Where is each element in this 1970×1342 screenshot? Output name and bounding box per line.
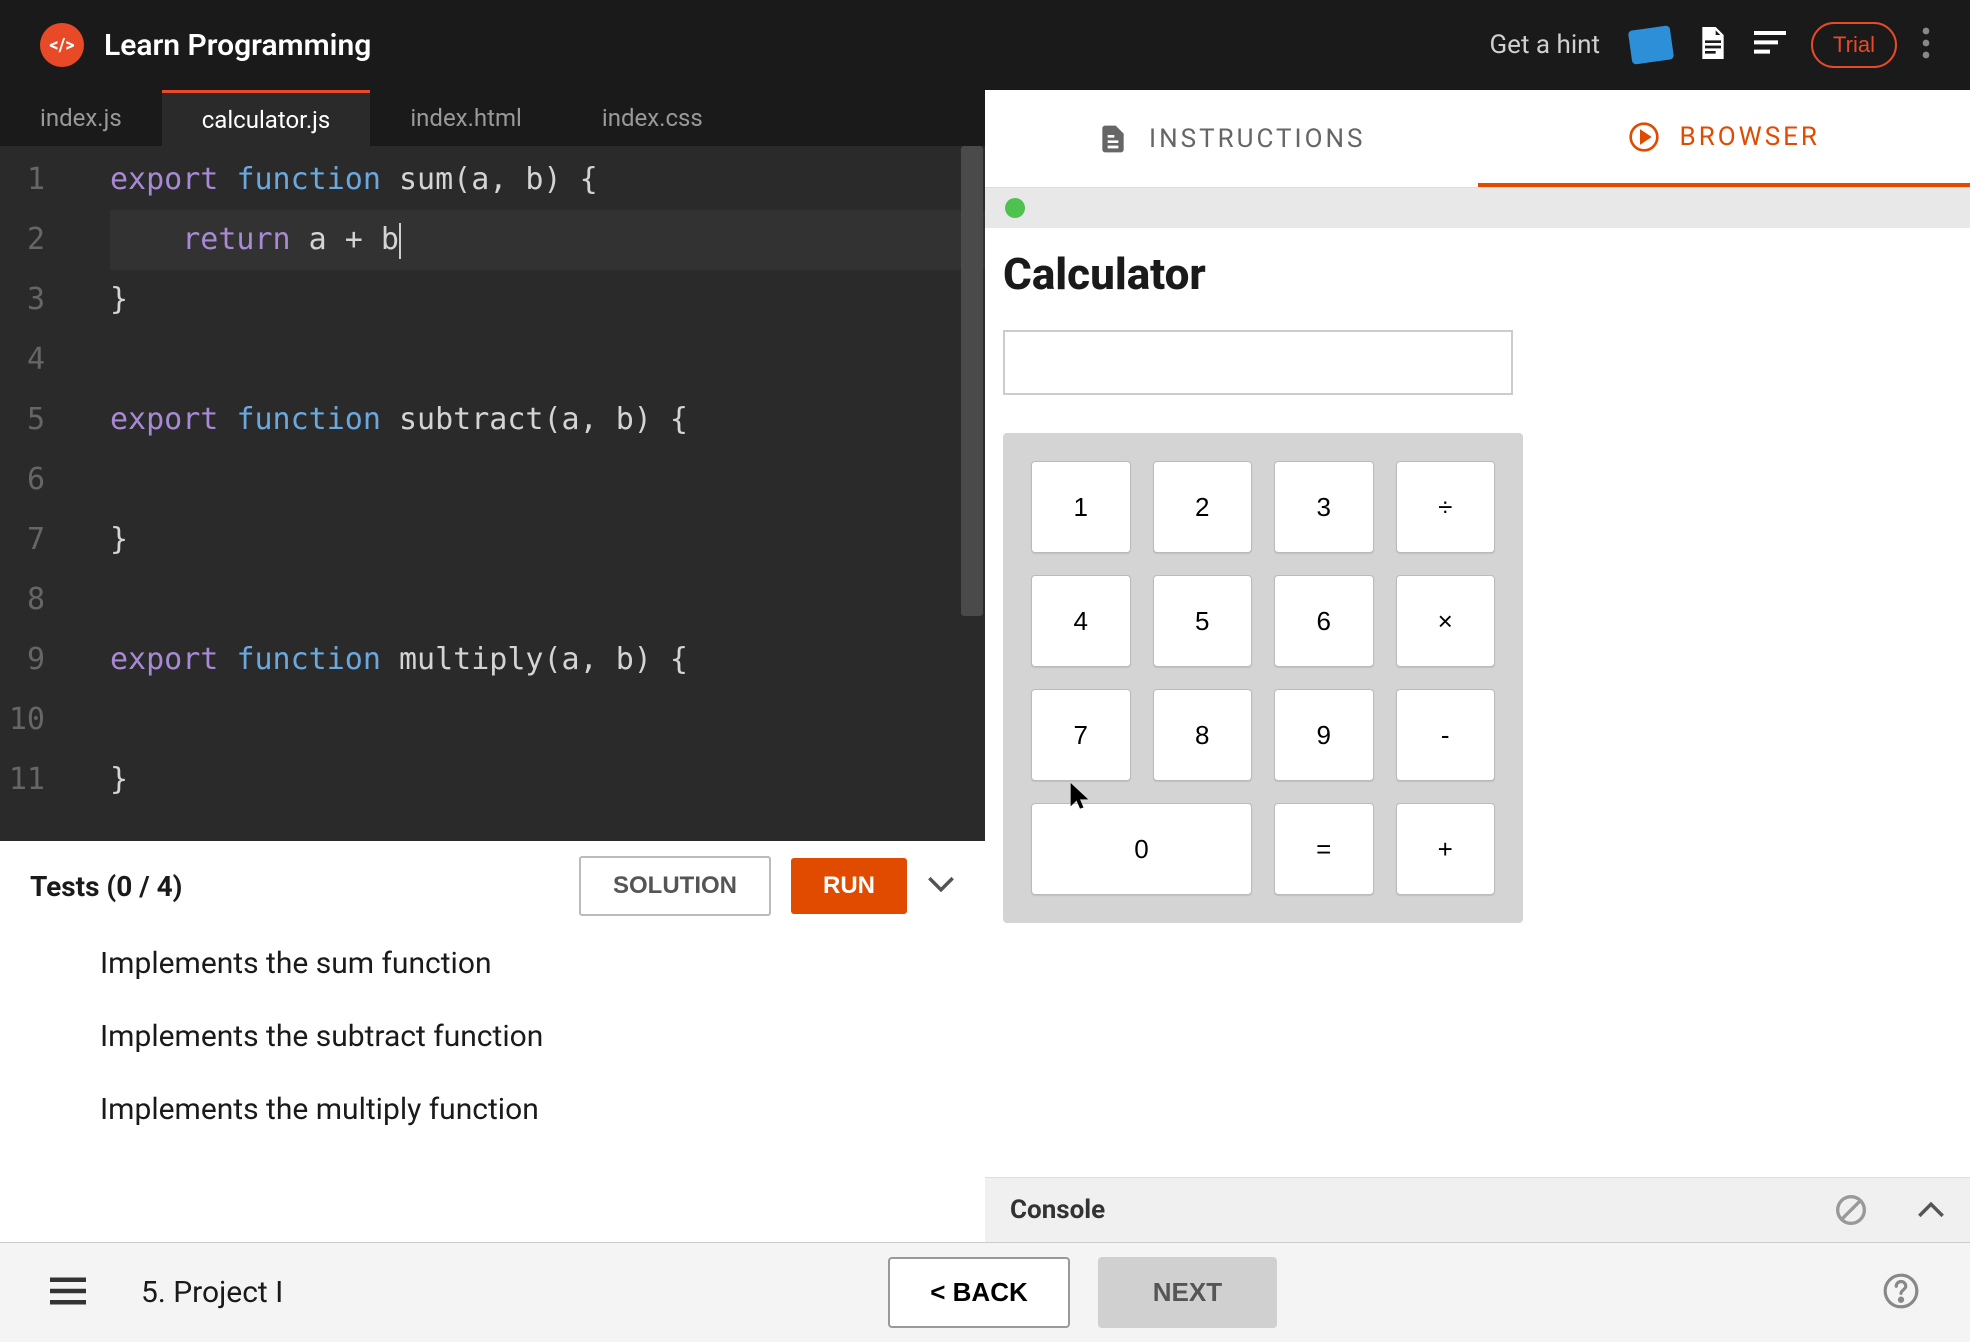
calc-btn-minus[interactable]: -: [1396, 689, 1496, 781]
calc-btn-plus[interactable]: +: [1396, 803, 1496, 895]
calculator-display[interactable]: [1003, 330, 1513, 395]
calc-btn-0[interactable]: 0: [1031, 803, 1252, 895]
console-bar: Console: [985, 1177, 1970, 1242]
browser-preview: Calculator 1 2 3 ÷ 4 5 6 × 7 8 9 - 0 = +: [985, 228, 1970, 1177]
app-title: Learn Programming: [104, 28, 371, 63]
tab-index-html[interactable]: index.html: [370, 90, 562, 146]
flashcard-icon[interactable]: [1628, 25, 1674, 65]
line-number: 2: [0, 210, 45, 270]
code-content[interactable]: export function sum(a, b) { return a + b…: [0, 146, 985, 810]
document-icon[interactable]: [1697, 24, 1729, 66]
header-icons: Trial: [1630, 22, 1930, 68]
hamburger-icon[interactable]: [50, 1277, 86, 1309]
back-button[interactable]: < BACK: [888, 1257, 1070, 1328]
calc-btn-9[interactable]: 9: [1274, 689, 1374, 781]
tab-index-css[interactable]: index.css: [562, 90, 743, 146]
browser-address-bar: [985, 188, 1970, 228]
get-hint-link[interactable]: Get a hint: [1489, 30, 1600, 60]
header-right: Get a hint Trial: [1489, 22, 1930, 68]
line-number: 10: [0, 690, 45, 750]
calc-btn-3[interactable]: 3: [1274, 461, 1374, 553]
text-cursor: [399, 223, 401, 259]
line-number: 11: [0, 750, 45, 810]
right-pane: INSTRUCTIONS BROWSER Calculator 1 2 3 ÷ …: [985, 90, 1970, 1242]
preview-tabs: INSTRUCTIONS BROWSER: [985, 90, 1970, 188]
trial-button[interactable]: Trial: [1811, 22, 1897, 68]
editor-tabs: index.js calculator.js index.html index.…: [0, 90, 985, 146]
calculator-keypad: 1 2 3 ÷ 4 5 6 × 7 8 9 - 0 = +: [1003, 433, 1523, 923]
line-number: 3: [0, 270, 45, 330]
status-dot-icon: [1005, 198, 1025, 218]
line-number: 9: [0, 630, 45, 690]
tab-index-js[interactable]: index.js: [0, 90, 162, 146]
tests-panel: Tests (0 / 4) SOLUTION RUN Implements th…: [0, 841, 985, 1242]
footer-left: 5. Project I: [50, 1275, 283, 1310]
tests-title: Tests (0 / 4): [30, 870, 559, 903]
logo-icon[interactable]: </>: [40, 23, 84, 67]
test-item[interactable]: Implements the multiply function: [100, 1092, 885, 1127]
line-number: 1: [0, 150, 45, 210]
line-number: 7: [0, 510, 45, 570]
solution-button[interactable]: SOLUTION: [579, 856, 771, 916]
test-item[interactable]: Implements the subtract function: [100, 1019, 885, 1054]
line-number: 6: [0, 450, 45, 510]
test-item[interactable]: Implements the sum function: [100, 946, 885, 981]
calc-btn-7[interactable]: 7: [1031, 689, 1131, 781]
left-pane: index.js calculator.js index.html index.…: [0, 90, 985, 1242]
tab-instructions[interactable]: INSTRUCTIONS: [985, 90, 1478, 187]
calc-btn-2[interactable]: 2: [1153, 461, 1253, 553]
kebab-menu-icon[interactable]: [1922, 27, 1930, 63]
code-editor[interactable]: 1 2 3 4 5 6 7 8 9 10 11 export function …: [0, 146, 985, 841]
calc-btn-5[interactable]: 5: [1153, 575, 1253, 667]
tests-header: Tests (0 / 4) SOLUTION RUN: [0, 841, 985, 931]
nav-buttons: < BACK NEXT: [888, 1257, 1277, 1328]
console-controls: [1835, 1194, 1945, 1226]
tests-list: Implements the sum function Implements t…: [0, 931, 985, 1180]
header-left: </> Learn Programming: [40, 23, 371, 67]
line-number: 4: [0, 330, 45, 390]
calculator-title: Calculator: [1003, 248, 1952, 300]
line-number: 5: [0, 390, 45, 450]
calc-btn-equals[interactable]: =: [1274, 803, 1374, 895]
help-icon[interactable]: [1882, 1272, 1920, 1314]
calc-btn-6[interactable]: 6: [1274, 575, 1374, 667]
app-header: </> Learn Programming Get a hint Trial: [0, 0, 1970, 90]
menu-lines-icon[interactable]: [1754, 31, 1786, 59]
line-gutter: 1 2 3 4 5 6 7 8 9 10 11: [0, 146, 55, 810]
footer: 5. Project I < BACK NEXT: [0, 1242, 1970, 1342]
chevron-up-icon[interactable]: [1917, 1201, 1945, 1219]
next-button[interactable]: NEXT: [1098, 1257, 1277, 1328]
calc-btn-1[interactable]: 1: [1031, 461, 1131, 553]
tab-browser[interactable]: BROWSER: [1478, 90, 1970, 187]
line-number: 8: [0, 570, 45, 630]
tab-calculator-js[interactable]: calculator.js: [162, 90, 371, 146]
chevron-down-icon[interactable]: [927, 875, 955, 897]
editor-scrollbar[interactable]: [961, 146, 983, 616]
run-button[interactable]: RUN: [791, 858, 907, 914]
clear-console-icon[interactable]: [1835, 1194, 1867, 1226]
calc-btn-multiply[interactable]: ×: [1396, 575, 1496, 667]
console-label: Console: [1010, 1195, 1105, 1225]
calc-btn-8[interactable]: 8: [1153, 689, 1253, 781]
main-content: index.js calculator.js index.html index.…: [0, 90, 1970, 1242]
project-title: 5. Project I: [141, 1275, 283, 1310]
calc-btn-4[interactable]: 4: [1031, 575, 1131, 667]
calc-btn-divide[interactable]: ÷: [1396, 461, 1496, 553]
